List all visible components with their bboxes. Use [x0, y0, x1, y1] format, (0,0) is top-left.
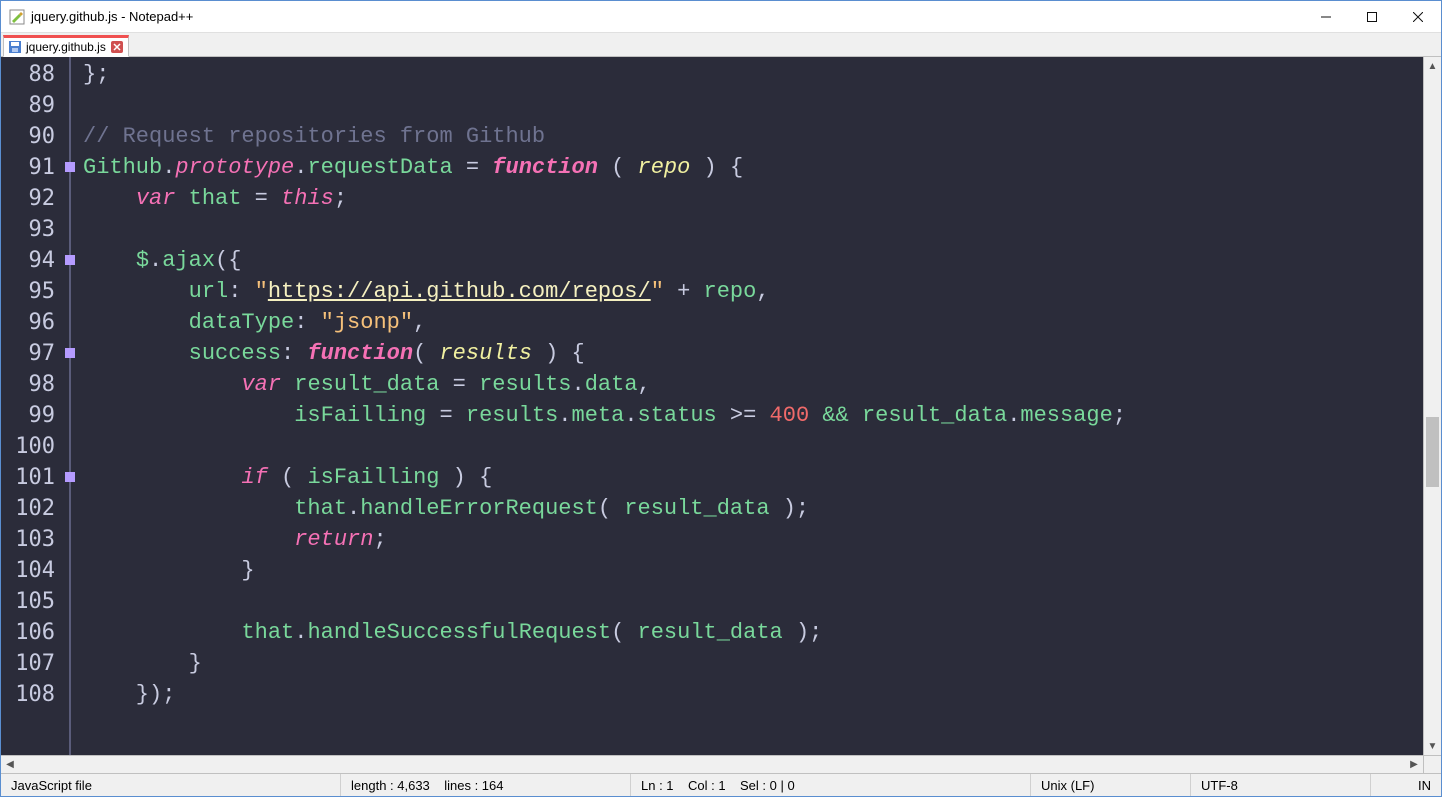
scroll-down-icon[interactable]: ▼ — [1424, 737, 1441, 755]
status-mode: IN — [1371, 774, 1441, 796]
fold-marker[interactable] — [65, 162, 75, 172]
scroll-thumb[interactable] — [1426, 417, 1439, 487]
tab-bar: jquery.github.js — [1, 33, 1441, 57]
line-number-gutter: 88 89 90 91 92 93 94 95 96 97 98 9910010… — [1, 57, 61, 755]
scroll-left-icon[interactable]: ◀ — [1, 756, 19, 773]
scroll-right-icon[interactable]: ▶ — [1405, 756, 1423, 773]
maximize-button[interactable] — [1349, 1, 1395, 33]
horizontal-scrollbar[interactable]: ◀ ▶ — [1, 755, 1441, 773]
window-title: jquery.github.js - Notepad++ — [31, 9, 193, 24]
scroll-up-icon[interactable]: ▲ — [1424, 57, 1441, 75]
fold-marker[interactable] — [65, 255, 75, 265]
close-button[interactable] — [1395, 1, 1441, 33]
fold-marker[interactable] — [65, 472, 75, 482]
code-area[interactable]: }; // Request repositories from GithubGi… — [79, 57, 1423, 755]
status-position: Ln : 1 Col : 1 Sel : 0 | 0 — [631, 774, 1031, 796]
vertical-scrollbar[interactable]: ▲ ▼ — [1423, 57, 1441, 755]
status-encoding: UTF-8 — [1191, 774, 1371, 796]
status-eol: Unix (LF) — [1031, 774, 1191, 796]
status-bar: JavaScript file length : 4,633 lines : 1… — [1, 773, 1441, 796]
tab-close-icon[interactable] — [110, 40, 124, 54]
fold-margin[interactable] — [61, 57, 79, 755]
file-tab[interactable]: jquery.github.js — [3, 35, 129, 57]
save-icon — [8, 40, 22, 54]
minimize-button[interactable] — [1303, 1, 1349, 33]
status-length: length : 4,633 lines : 164 — [341, 774, 631, 796]
tab-name: jquery.github.js — [26, 40, 106, 54]
fold-marker[interactable] — [65, 348, 75, 358]
editor[interactable]: 88 89 90 91 92 93 94 95 96 97 98 9910010… — [1, 57, 1441, 755]
titlebar: jquery.github.js - Notepad++ — [1, 1, 1441, 33]
app-window: jquery.github.js - Notepad++ jquery.gith… — [0, 0, 1442, 797]
status-filetype: JavaScript file — [1, 774, 341, 796]
app-icon — [9, 9, 25, 25]
